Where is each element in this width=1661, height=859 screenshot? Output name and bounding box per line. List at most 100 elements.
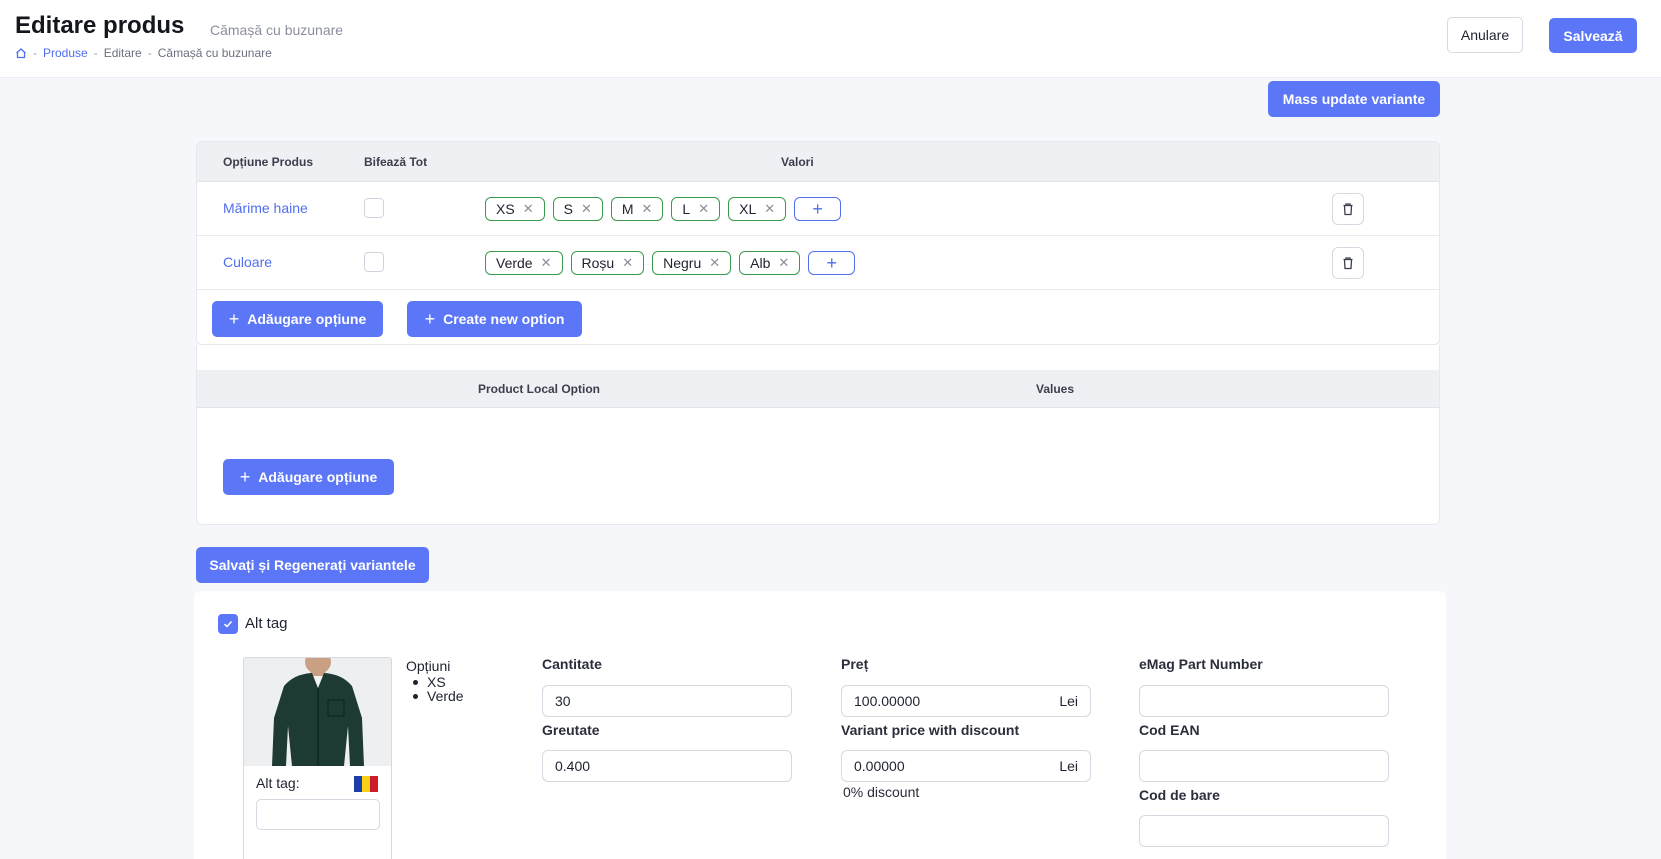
breadcrumb-separator: - bbox=[147, 46, 152, 60]
input-value: 0.400 bbox=[555, 758, 591, 774]
local-options-table-header: Product Local Option Values bbox=[197, 370, 1439, 408]
breadcrumb: - Produse - Editare - Cămașă cu buzunare bbox=[15, 46, 272, 60]
currency-suffix: Lei bbox=[1059, 693, 1078, 709]
add-option-button[interactable]: + Adăugare opțiune bbox=[212, 301, 383, 337]
chip-label: XS bbox=[496, 201, 515, 217]
plus-icon: + bbox=[424, 309, 436, 329]
price-input[interactable]: 100.00000 Lei bbox=[841, 685, 1091, 717]
mass-update-variants-button[interactable]: Mass update variante bbox=[1268, 81, 1440, 117]
save-regenerate-variants-button[interactable]: Salvați și Regenerați variantele bbox=[196, 547, 429, 583]
local-options-card: Product Local Option Values + Adăugare o… bbox=[196, 345, 1440, 525]
trash-icon bbox=[1343, 257, 1353, 270]
input-value: 100.00000 bbox=[854, 693, 921, 709]
chip-label: Roșu bbox=[581, 255, 615, 271]
remove-icon[interactable]: ✕ bbox=[581, 201, 592, 217]
shirt-image bbox=[244, 658, 391, 766]
variant-image[interactable] bbox=[244, 658, 391, 766]
options-table-header: Opțiune Produs Bifează Tot Valori bbox=[197, 142, 1439, 182]
option-name-color[interactable]: Culoare bbox=[223, 254, 272, 270]
option-name-size[interactable]: Mărime haine bbox=[223, 200, 308, 216]
add-value-button[interactable]: + bbox=[794, 197, 842, 221]
option-values-size: XS ✕ S ✕ M ✕ L ✕ XL ✕ + bbox=[485, 197, 842, 221]
variant-image-box: Alt tag: bbox=[243, 657, 392, 859]
select-all-checkbox-size[interactable] bbox=[364, 198, 384, 218]
value-chip: M ✕ bbox=[610, 197, 664, 221]
barcode-input[interactable] bbox=[1139, 815, 1389, 847]
input-value: 0.00000 bbox=[854, 758, 905, 774]
chip-label: S bbox=[563, 201, 573, 217]
page-subtitle: Cămașă cu buzunare bbox=[210, 22, 344, 38]
remove-icon[interactable]: ✕ bbox=[764, 201, 775, 217]
plus-icon: + bbox=[239, 467, 251, 487]
check-icon bbox=[223, 620, 233, 628]
remove-icon[interactable]: ✕ bbox=[709, 255, 720, 271]
option-values-color: Verde ✕ Roșu ✕ Negru ✕ Alb ✕ + bbox=[485, 251, 856, 275]
save-button[interactable]: Salvează bbox=[1549, 18, 1637, 53]
breadcrumb-item-edit: Editare bbox=[103, 46, 142, 60]
select-all-checkbox-color[interactable] bbox=[364, 252, 384, 272]
option-row-color: Culoare Verde ✕ Roșu ✕ Negru ✕ Alb ✕ + bbox=[197, 236, 1439, 290]
button-label: Adăugare opțiune bbox=[247, 311, 367, 327]
discount-percentage: 0% discount bbox=[843, 784, 920, 800]
value-chip: Roșu ✕ bbox=[570, 251, 645, 275]
emag-part-number-input[interactable] bbox=[1139, 685, 1389, 717]
page-header: Editare produs Cămașă cu buzunare - Prod… bbox=[0, 0, 1661, 78]
barcode-label: Cod de bare bbox=[1139, 787, 1220, 803]
breadcrumb-link-products[interactable]: Produse bbox=[43, 46, 88, 60]
plus-icon: + bbox=[826, 252, 838, 273]
price-label: Preț bbox=[841, 656, 869, 672]
list-item: Verde bbox=[413, 688, 464, 704]
value-chip: S ✕ bbox=[552, 197, 603, 221]
breadcrumb-separator: - bbox=[93, 46, 98, 60]
column-header-option: Opțiune Produs bbox=[223, 155, 313, 169]
cancel-button[interactable]: Anulare bbox=[1447, 17, 1523, 53]
plus-icon: + bbox=[228, 309, 240, 329]
weight-input[interactable]: 0.400 bbox=[542, 750, 792, 782]
product-options-card: Opțiune Produs Bifează Tot Valori Mărime… bbox=[196, 141, 1440, 345]
list-item: XS bbox=[413, 675, 464, 689]
breadcrumb-separator: - bbox=[33, 46, 37, 60]
chip-label: Alb bbox=[750, 255, 771, 271]
button-label: Create new option bbox=[443, 311, 565, 327]
image-alt-tag-input[interactable] bbox=[256, 799, 380, 830]
value-chip: Verde ✕ bbox=[485, 251, 563, 275]
ean-code-label: Cod EAN bbox=[1139, 722, 1200, 738]
delete-option-button[interactable] bbox=[1332, 193, 1364, 225]
trash-icon bbox=[1343, 203, 1353, 216]
remove-icon[interactable]: ✕ bbox=[622, 255, 633, 271]
ean-code-input[interactable] bbox=[1139, 750, 1389, 782]
emag-part-number-label: eMag Part Number bbox=[1139, 656, 1263, 672]
remove-icon[interactable]: ✕ bbox=[523, 201, 534, 217]
remove-icon[interactable]: ✕ bbox=[778, 255, 789, 271]
input-value: 30 bbox=[555, 693, 571, 709]
remove-icon[interactable]: ✕ bbox=[642, 201, 653, 217]
create-new-option-button[interactable]: + Create new option bbox=[407, 301, 582, 337]
remove-icon[interactable]: ✕ bbox=[698, 201, 709, 217]
home-icon[interactable] bbox=[15, 47, 27, 59]
currency-suffix: Lei bbox=[1059, 758, 1078, 774]
weight-label: Greutate bbox=[542, 722, 600, 738]
button-label: Adăugare opțiune bbox=[258, 469, 378, 485]
discount-price-label: Variant price with discount bbox=[841, 722, 1020, 738]
romania-flag-icon[interactable] bbox=[354, 776, 378, 792]
alt-tag-checkbox-label: Alt tag bbox=[245, 615, 288, 632]
value-chip: XS ✕ bbox=[485, 197, 545, 221]
value-chip: XL ✕ bbox=[728, 197, 787, 221]
alt-tag-checkbox[interactable] bbox=[218, 614, 238, 634]
variant-card: Alt tag Alt tag: Opțiuni XS Verde Cantit… bbox=[194, 591, 1446, 859]
column-header-select-all: Bifează Tot bbox=[364, 155, 428, 169]
plus-icon: + bbox=[812, 198, 823, 219]
variant-options-list: XS Verde bbox=[413, 675, 464, 704]
remove-icon[interactable]: ✕ bbox=[541, 255, 552, 271]
discount-price-input[interactable]: 0.00000 Lei bbox=[841, 750, 1091, 782]
add-local-option-button[interactable]: + Adăugare opțiune bbox=[223, 459, 394, 495]
image-alt-tag-label: Alt tag: bbox=[256, 775, 300, 791]
value-chip: Alb ✕ bbox=[739, 251, 801, 275]
chip-label: M bbox=[621, 201, 634, 217]
option-row-size: Mărime haine XS ✕ S ✕ M ✕ L ✕ XL ✕ + bbox=[197, 182, 1439, 236]
delete-option-button[interactable] bbox=[1332, 247, 1364, 279]
add-value-button[interactable]: + bbox=[808, 251, 856, 275]
column-header-values: Valori bbox=[781, 155, 814, 169]
value-chip: L ✕ bbox=[671, 197, 721, 221]
quantity-input[interactable]: 30 bbox=[542, 685, 792, 717]
